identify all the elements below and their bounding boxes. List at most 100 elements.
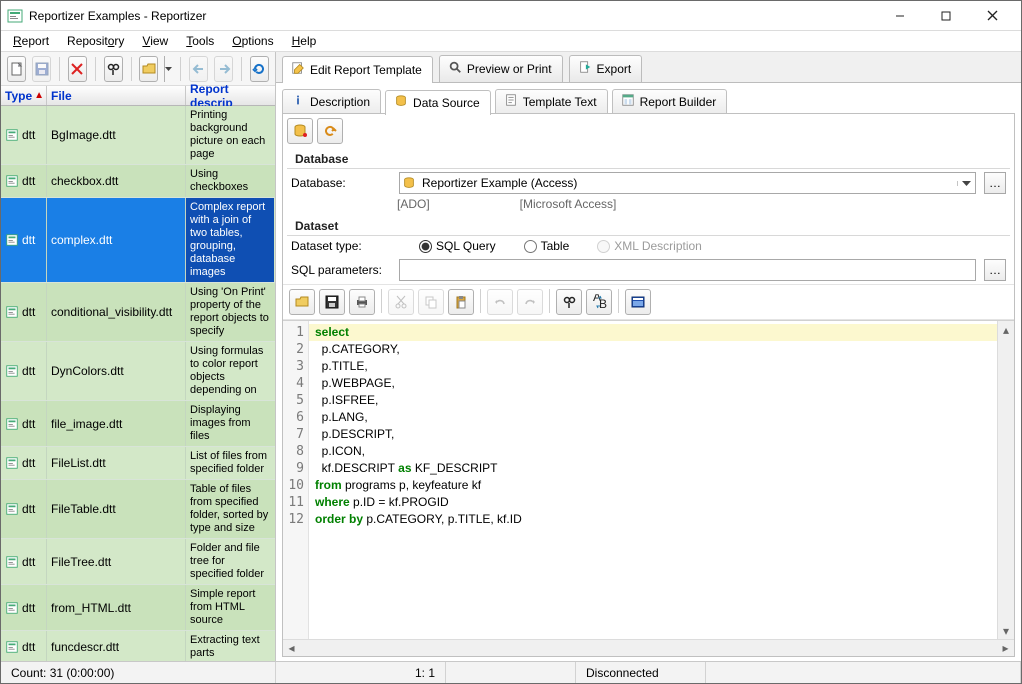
svg-text:B: B	[599, 297, 607, 310]
preview-icon	[448, 60, 462, 77]
sub-tabbar: DescriptionData SourceTemplate TextRepor…	[282, 89, 1015, 114]
save-button[interactable]	[32, 56, 51, 82]
window-title: Reportizer Examples - Reportizer	[29, 9, 877, 23]
col-desc[interactable]: Report descrip	[186, 86, 275, 105]
status-conn: Disconnected	[576, 662, 706, 683]
table-row[interactable]: dttconditional_visibility.dttUsing 'On P…	[1, 283, 275, 342]
table-row[interactable]: dttcomplex.dttComplex report with a join…	[1, 198, 275, 283]
sql-save-button[interactable]	[319, 289, 345, 315]
menu-options[interactable]: Options	[224, 32, 281, 50]
sql-visual-button[interactable]	[625, 289, 651, 315]
data-source-panel: Database Database: Reportizer Example (A…	[282, 113, 1015, 657]
database-combo[interactable]: Reportizer Example (Access)	[399, 172, 976, 194]
status-pos: 1: 1	[276, 662, 446, 683]
table-row[interactable]: dttDynColors.dttUsing formulas to color …	[1, 342, 275, 401]
sql-params-input[interactable]	[399, 259, 976, 281]
database-value: Reportizer Example (Access)	[418, 176, 957, 190]
table-row[interactable]: dttFileList.dttList of files from specif…	[1, 447, 275, 480]
menu-view[interactable]: View	[134, 32, 176, 50]
dataset-type-label: Dataset type:	[291, 239, 391, 253]
subtab-description[interactable]: Description	[282, 89, 381, 114]
horizontal-scrollbar[interactable]: ◂ ▸	[283, 639, 1014, 656]
editor-code[interactable]: select p.CATEGORY, p.TITLE, p.WEBPAGE, p…	[309, 321, 997, 639]
table-row[interactable]: dttFileTree.dttFolder and file tree for …	[1, 539, 275, 585]
minimize-button[interactable]	[877, 2, 923, 30]
prev-button[interactable]	[189, 56, 208, 82]
scroll-right-icon[interactable]: ▸	[999, 642, 1012, 655]
db-revert-button[interactable]	[317, 118, 343, 144]
delete-button[interactable]	[68, 56, 87, 82]
scroll-left-icon[interactable]: ◂	[285, 642, 298, 655]
maximize-button[interactable]	[923, 2, 969, 30]
sql-open-button[interactable]	[289, 289, 315, 315]
db-icon	[400, 176, 418, 190]
col-file[interactable]: File	[47, 86, 186, 105]
sql-print-button[interactable]	[349, 289, 375, 315]
app-icon	[7, 8, 23, 24]
statusbar: Count: 31 (0:00:00) 1: 1 Disconnected	[1, 661, 1021, 683]
table-row[interactable]: dttFileTable.dttTable of files from spec…	[1, 480, 275, 539]
db-connect-button[interactable]	[287, 118, 313, 144]
new-button[interactable]	[7, 56, 26, 82]
menu-report[interactable]: Report	[5, 32, 57, 50]
database-label: Database:	[291, 176, 391, 190]
paste-button[interactable]	[448, 289, 474, 315]
table-row[interactable]: dttfuncdescr.dttExtracting text parts	[1, 631, 275, 661]
edit-icon	[291, 61, 305, 78]
menubar: ReportRepositoryViewToolsOptionsHelp	[1, 31, 1021, 52]
radio-sql[interactable]: SQL Query	[419, 239, 496, 253]
find-button[interactable]	[104, 56, 123, 82]
menu-repository[interactable]: Repository	[59, 32, 132, 50]
open-button[interactable]	[139, 56, 158, 82]
subtab-template-text[interactable]: Template Text	[495, 89, 608, 114]
tab-preview-or-print[interactable]: Preview or Print	[439, 55, 563, 82]
table-row[interactable]: dttcheckbox.dttUsing checkboxes	[1, 165, 275, 198]
sql-params-browse-button[interactable]: …	[984, 259, 1006, 281]
tab-export[interactable]: Export	[569, 55, 643, 82]
redo-button[interactable]	[517, 289, 543, 315]
sql-editor[interactable]: 123456789101112 select p.CATEGORY, p.TIT…	[283, 320, 1014, 639]
scroll-down-icon[interactable]: ▾	[1000, 624, 1013, 637]
replace-button[interactable]: AB	[586, 289, 612, 315]
tab-edit-report-template[interactable]: Edit Report Template	[282, 56, 433, 83]
database-browse-button[interactable]: …	[984, 172, 1006, 194]
next-button[interactable]	[214, 56, 233, 82]
database-heading: Database	[287, 148, 1010, 169]
vertical-scrollbar[interactable]: ▴ ▾	[997, 321, 1014, 639]
grid-header: Type▲ File Report descrip	[1, 86, 275, 106]
table-row[interactable]: dttfrom_HTML.dttSimple report from HTML …	[1, 585, 275, 631]
subtab-data-source[interactable]: Data Source	[385, 90, 491, 115]
close-button[interactable]	[969, 2, 1015, 30]
left-pane: Type▲ File Report descrip dttBgImage.dtt…	[1, 52, 276, 661]
cut-button[interactable]	[388, 289, 414, 315]
col-type[interactable]: Type▲	[1, 86, 47, 105]
copy-button[interactable]	[418, 289, 444, 315]
right-pane: Edit Report TemplatePreview or PrintExpo…	[276, 52, 1021, 661]
chevron-down-icon[interactable]	[957, 181, 975, 186]
refresh-button[interactable]	[250, 56, 269, 82]
database-info: [ADO][Microsoft Access]	[283, 197, 1014, 215]
info-icon	[291, 93, 305, 110]
status-count: Count: 31 (0:00:00)	[1, 662, 276, 683]
undo-button[interactable]	[487, 289, 513, 315]
tpl-icon	[504, 93, 518, 110]
table-row[interactable]: dttfile_image.dttDisplaying images from …	[1, 401, 275, 447]
scroll-up-icon[interactable]: ▴	[1000, 323, 1013, 336]
builder-icon	[621, 93, 635, 110]
status-spacer	[706, 662, 1021, 683]
dataset-heading: Dataset	[287, 215, 1010, 236]
find-text-button[interactable]	[556, 289, 582, 315]
menu-help[interactable]: Help	[284, 32, 325, 50]
subtab-report-builder[interactable]: Report Builder	[612, 89, 728, 114]
menu-tools[interactable]: Tools	[178, 32, 222, 50]
sql-params-label: SQL parameters:	[291, 263, 391, 277]
grid-body[interactable]: dttBgImage.dttPrinting background pictur…	[1, 106, 275, 661]
export-icon	[578, 60, 592, 77]
table-row[interactable]: dttBgImage.dttPrinting background pictur…	[1, 106, 275, 165]
db-icon	[394, 94, 408, 111]
sql-toolbar: AB	[283, 284, 1014, 320]
open-dropdown[interactable]	[164, 56, 172, 82]
radio-xml: XML Description	[597, 239, 702, 253]
titlebar: Reportizer Examples - Reportizer	[1, 1, 1021, 31]
radio-table[interactable]: Table	[524, 239, 570, 253]
